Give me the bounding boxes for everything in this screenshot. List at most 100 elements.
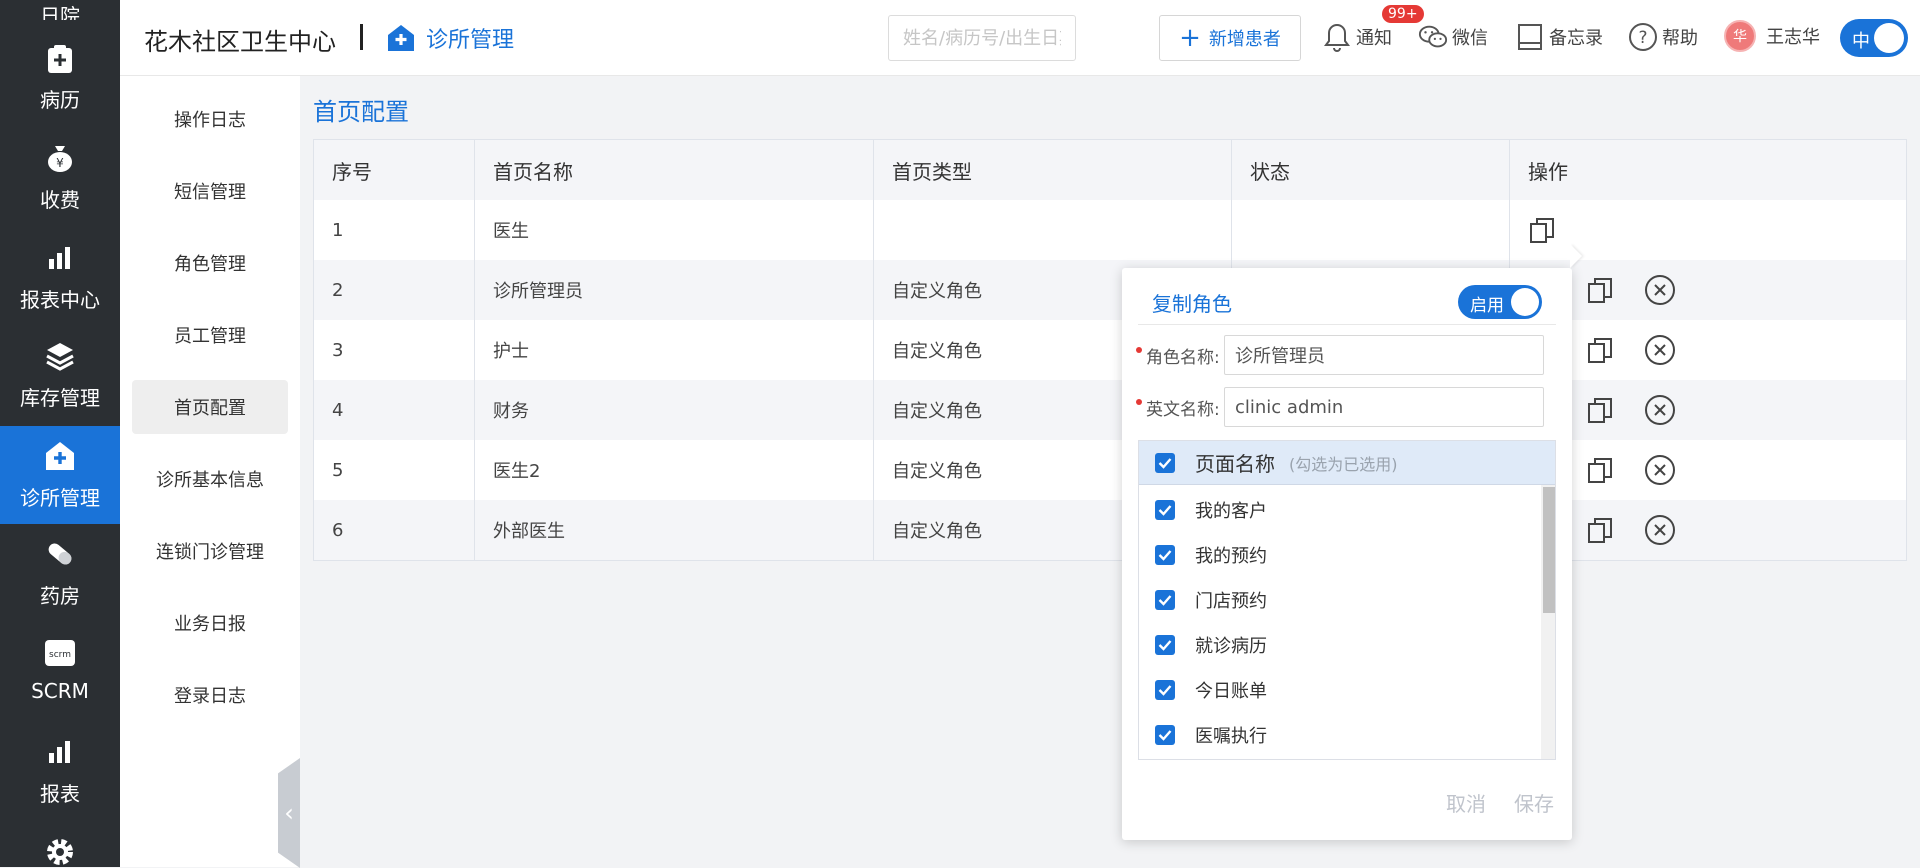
copy-icon[interactable]	[1586, 276, 1614, 304]
nav-item-label: SCRM	[31, 679, 89, 703]
checklist-header: 页面名称 (勾选为已选用)	[1139, 441, 1555, 485]
copy-icon[interactable]	[1586, 336, 1614, 364]
current-module[interactable]: 诊所管理	[386, 22, 514, 54]
nav-item-label: 日院	[40, 4, 80, 20]
table-row: 5 医生2 自定义角色	[314, 440, 1906, 500]
required-marker	[1136, 347, 1142, 353]
check-icon	[1158, 505, 1172, 516]
english-name-input[interactable]	[1224, 387, 1544, 427]
row-name: 医生	[475, 200, 874, 260]
check-icon	[1158, 595, 1172, 606]
list-item[interactable]: 我的预约	[1155, 542, 1267, 568]
help-button[interactable]: ? 帮助	[1628, 22, 1698, 52]
row-name: 财务	[475, 380, 874, 440]
plus-icon: +	[1179, 23, 1201, 53]
user-name: 王志华	[1766, 27, 1820, 48]
toggle-knob	[1874, 23, 1904, 53]
memo-label: 备忘录	[1549, 28, 1603, 49]
copy-icon[interactable]	[1586, 456, 1614, 484]
item-checkbox[interactable]	[1155, 545, 1175, 565]
nav-item-report-center[interactable]: 报表中心	[0, 242, 120, 340]
row-no: 6	[314, 500, 475, 560]
enable-label: 启用	[1470, 296, 1504, 316]
popover-divider	[1138, 324, 1556, 325]
submenu-item-staff[interactable]: 员工管理	[132, 308, 288, 362]
table-row: 3 护士 自定义角色	[314, 320, 1906, 380]
nav-item-settings[interactable]	[0, 836, 120, 867]
patient-search-input[interactable]	[888, 15, 1076, 61]
submenu-item-chain-clinics[interactable]: 连锁门诊管理	[132, 524, 288, 578]
nav-item-scrm[interactable]: scrm SCRM	[0, 637, 120, 735]
nav-item-partial[interactable]: 日院	[0, 0, 120, 46]
item-checkbox[interactable]	[1155, 725, 1175, 745]
select-all-checkbox[interactable]	[1155, 452, 1175, 473]
list-item[interactable]: 我的客户	[1155, 497, 1267, 523]
item-checkbox[interactable]	[1155, 635, 1175, 655]
submenu-item-sms[interactable]: 短信管理	[132, 164, 288, 218]
table-header-row: 序号 首页名称 首页类型 状态 操作	[314, 140, 1906, 200]
row-status	[1232, 200, 1510, 260]
submenu-item-daily-report[interactable]: 业务日报	[132, 596, 288, 650]
submenu-item-login-log[interactable]: 登录日志	[132, 668, 288, 722]
memo-icon	[1515, 22, 1545, 52]
item-checkbox[interactable]	[1155, 500, 1175, 520]
nav-item-report[interactable]: 报表	[0, 736, 120, 834]
nav-item-pharmacy[interactable]: 药房	[0, 538, 120, 636]
row-name: 外部医生	[475, 500, 874, 560]
list-item[interactable]: 门店预约	[1155, 587, 1267, 613]
page-checklist: 页面名称 (勾选为已选用) 我的客户 我的预约 门店预约 就诊病历 今日账单 医…	[1138, 440, 1556, 760]
notify-button[interactable]: 通知	[1322, 22, 1392, 52]
homepage-config-table: 序号 首页名称 首页类型 状态 操作 1 医生 2 诊所管理员 自定义角色 3 …	[313, 139, 1907, 561]
list-item[interactable]: 医嘱执行	[1155, 722, 1267, 748]
role-name-input[interactable]	[1224, 335, 1544, 375]
delete-icon[interactable]	[1644, 454, 1676, 486]
memo-button[interactable]: 备忘录	[1515, 22, 1603, 52]
delete-icon[interactable]	[1644, 334, 1676, 366]
nav-item-medical-record[interactable]: 病历	[0, 44, 120, 142]
collapse-sidebar-button[interactable]: ‹	[278, 758, 300, 868]
user-menu[interactable]: 华 王志华	[1724, 20, 1820, 52]
item-label: 我的预约	[1195, 546, 1267, 567]
list-item[interactable]: 今日账单	[1155, 677, 1267, 703]
submenu-item-clinic-info[interactable]: 诊所基本信息	[132, 452, 288, 506]
wechat-icon	[1418, 22, 1448, 52]
list-item[interactable]: 就诊病历	[1155, 632, 1267, 658]
copy-icon[interactable]	[1586, 396, 1614, 424]
item-label: 今日账单	[1195, 681, 1267, 702]
submenu-item-roles[interactable]: 角色管理	[132, 236, 288, 290]
avatar: 华	[1724, 20, 1756, 52]
nav-item-charge[interactable]: ¥ 收费	[0, 142, 120, 240]
row-name: 护士	[475, 320, 874, 380]
nav-item-clinic-management[interactable]: 诊所管理	[0, 426, 120, 524]
english-name-label: 英文名称:	[1146, 399, 1220, 420]
delete-icon[interactable]	[1644, 394, 1676, 426]
wechat-button[interactable]: 微信	[1418, 22, 1488, 52]
copy-icon[interactable]	[1586, 516, 1614, 544]
submenu-item-homepage-config[interactable]: 首页配置	[132, 380, 288, 434]
svg-text:?: ?	[1638, 28, 1647, 48]
language-toggle[interactable]: 中	[1840, 19, 1908, 57]
svg-text:¥: ¥	[56, 156, 64, 170]
item-label: 门店预约	[1195, 591, 1267, 612]
language-label: 中	[1852, 31, 1870, 52]
delete-icon[interactable]	[1644, 514, 1676, 546]
copy-icon[interactable]	[1528, 216, 1556, 244]
copy-role-popover: 复制角色 启用 角色名称: 英文名称: 页面名称 (勾选为已选用) 我的客户 我…	[1122, 268, 1572, 840]
scrollbar-thumb[interactable]	[1543, 487, 1555, 613]
nav-item-label: 收费	[40, 188, 80, 212]
new-patient-button[interactable]: + 新增患者	[1159, 15, 1301, 61]
nav-item-inventory[interactable]: 库存管理	[0, 340, 120, 438]
enable-toggle[interactable]: 启用	[1458, 285, 1542, 319]
nav-item-label: 诊所管理	[20, 486, 100, 510]
submenu-item-operation-log[interactable]: 操作日志	[132, 92, 288, 146]
delete-icon[interactable]	[1644, 274, 1676, 306]
table-row: 4 财务 自定义角色	[314, 380, 1906, 440]
save-button[interactable]: 保存	[1514, 788, 1554, 817]
item-checkbox[interactable]	[1155, 680, 1175, 700]
check-icon	[1158, 457, 1172, 469]
required-marker	[1136, 399, 1142, 405]
cancel-button[interactable]: 取消	[1446, 788, 1486, 817]
row-no: 5	[314, 440, 475, 500]
item-checkbox[interactable]	[1155, 590, 1175, 610]
layers-icon	[44, 340, 76, 372]
